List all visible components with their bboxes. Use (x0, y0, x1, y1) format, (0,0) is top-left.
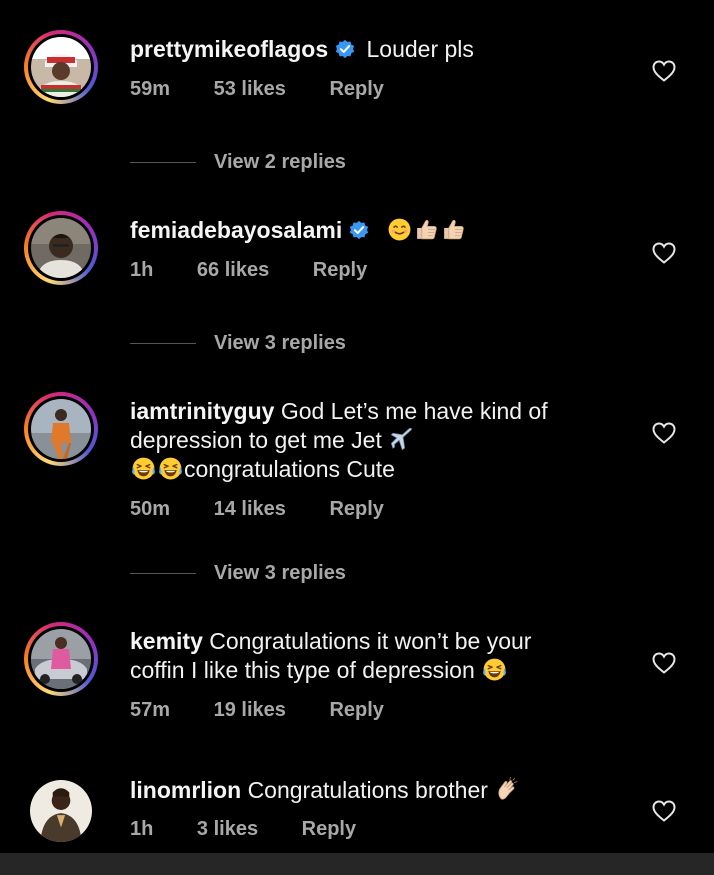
comment-text: femiadebayosalami (130, 216, 630, 245)
heart-outline-icon[interactable] (652, 422, 676, 444)
view-replies-label[interactable]: View 3 replies (214, 562, 346, 585)
airplane-emoji (389, 427, 414, 452)
avatar[interactable] (31, 629, 91, 689)
view-replies-button[interactable]: View 3 replies (130, 561, 346, 585)
comment-meta: 1h 66 likes Reply (130, 259, 367, 282)
comment-likes[interactable]: 53 likes (214, 78, 286, 101)
divider-line (130, 342, 196, 344)
comment-body-line2: depression to get me Jet (130, 427, 382, 453)
avatar[interactable] (31, 37, 91, 97)
avatar-ring[interactable] (24, 622, 98, 696)
tears-of-joy-emoji (482, 657, 507, 682)
comment-time: 50m (130, 498, 171, 520)
avatar[interactable] (31, 399, 91, 459)
avatar-ring[interactable] (24, 211, 98, 285)
comment-text: iamtrinityguy God Let’s me have kind of … (130, 397, 630, 484)
avatar-ring[interactable] (24, 30, 98, 104)
comment-body: Louder pls (366, 36, 474, 62)
avatar-ring[interactable] (24, 392, 98, 466)
comment-likes[interactable]: 3 likes (197, 818, 258, 841)
comment-meta: 57m 19 likes Reply (130, 699, 384, 722)
verified-badge-icon (334, 38, 356, 60)
comment-likes[interactable]: 19 likes (214, 699, 286, 722)
divider-line (130, 572, 196, 574)
reply-button[interactable]: Reply (313, 259, 367, 282)
bottom-bar (0, 853, 714, 875)
reply-button[interactable]: Reply (329, 498, 383, 521)
view-replies-button[interactable]: View 3 replies (130, 331, 346, 355)
heart-outline-icon[interactable] (652, 242, 676, 264)
comment-text: kemity Congratulations it won’t be your … (130, 627, 630, 685)
comment-meta: 50m 14 likes Reply (130, 498, 384, 521)
verified-badge-icon (348, 219, 370, 241)
view-replies-button[interactable]: View 2 replies (130, 150, 346, 174)
comment-username[interactable]: femiadebayosalami (130, 217, 342, 243)
comment-likes[interactable]: 14 likes (214, 498, 286, 521)
clapping-hands-emoji (495, 777, 520, 802)
comment-time: 1h (130, 818, 154, 840)
comment-body-line3: congratulations Cute (184, 456, 395, 482)
comment-username[interactable]: iamtrinityguy (130, 398, 274, 424)
reply-button[interactable]: Reply (329, 78, 383, 101)
heart-outline-icon[interactable] (652, 800, 676, 822)
view-replies-label[interactable]: View 3 replies (214, 332, 346, 355)
comment-username[interactable]: kemity (130, 628, 203, 654)
avatar[interactable] (30, 780, 92, 842)
smiling-face-emoji (387, 217, 412, 242)
heart-outline-icon[interactable] (652, 60, 676, 82)
comment-body-line2: coffin I like this type of depression (130, 657, 475, 683)
comment-body-line1: Congratulations it won’t be your (209, 628, 532, 654)
heart-outline-icon[interactable] (652, 652, 676, 674)
divider-line (130, 161, 196, 163)
comment-username[interactable]: prettymikeoflagos (130, 36, 328, 62)
comment-username[interactable]: linomrlion (130, 777, 241, 803)
tears-of-joy-emoji (131, 456, 156, 481)
reply-button[interactable]: Reply (302, 818, 356, 841)
comment-meta: 59m 53 likes Reply (130, 78, 384, 101)
thumbs-up-emoji (441, 217, 466, 242)
tears-of-joy-emoji (158, 456, 183, 481)
view-replies-label[interactable]: View 2 replies (214, 151, 346, 174)
comment-meta: 1h 3 likes Reply (130, 818, 356, 841)
comment-time: 1h (130, 259, 154, 281)
comment-text: prettymikeoflagos Louder pls (130, 35, 630, 64)
comment-time: 59m (130, 78, 171, 100)
comment-likes[interactable]: 66 likes (197, 259, 269, 282)
thumbs-up-emoji (414, 217, 439, 242)
comment-time: 57m (130, 699, 171, 721)
comment-text: linomrlion Congratulations brother (130, 776, 630, 805)
avatar[interactable] (31, 218, 91, 278)
reply-button[interactable]: Reply (329, 699, 383, 722)
avatar-ring[interactable] (24, 774, 98, 848)
comment-body-line1: God Let’s me have kind of (280, 398, 548, 424)
comment-body: Congratulations brother (247, 777, 488, 803)
